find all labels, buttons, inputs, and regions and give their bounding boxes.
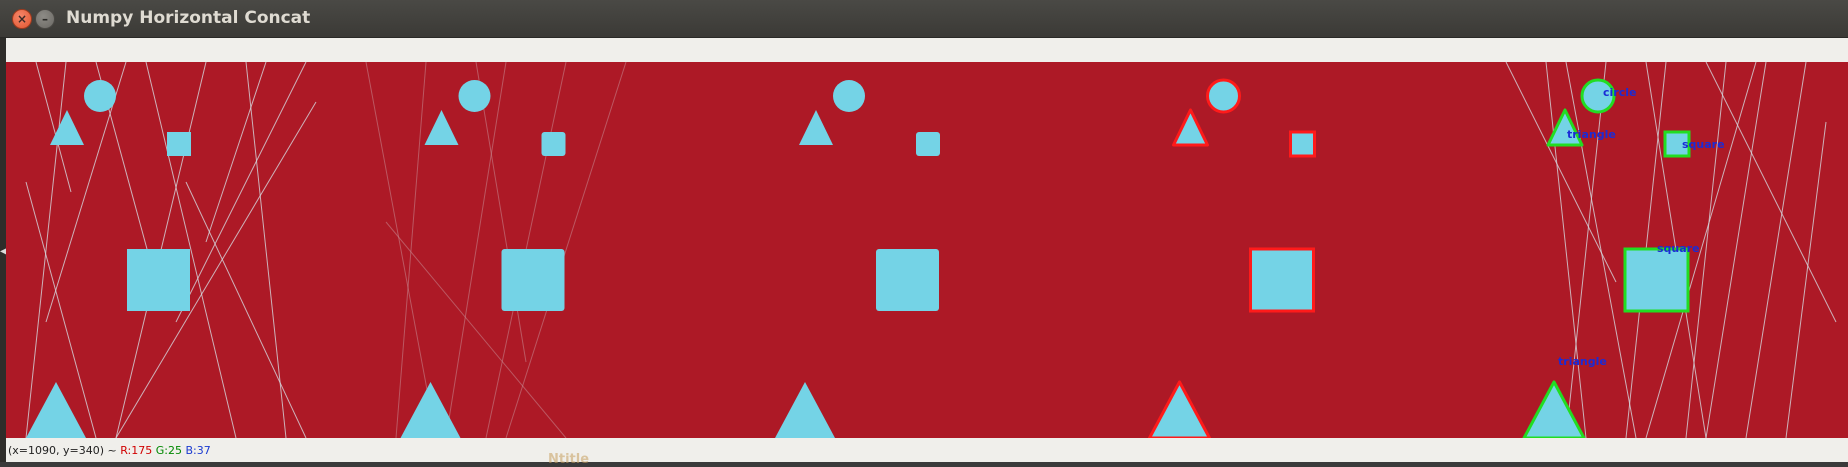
window-title: Numpy Horizontal Concat bbox=[66, 8, 311, 28]
circle-shape bbox=[833, 80, 865, 112]
small-square-shape bbox=[916, 132, 940, 156]
triangle-small-label: triangle bbox=[1567, 128, 1616, 141]
status-bar: (x=1090, y=340) ~ R:175 G:25 B:37 bbox=[6, 438, 1848, 462]
status-readout: (x=1090, y=340) ~ R:175 G:25 B:37 bbox=[8, 444, 211, 457]
large-square-shape bbox=[876, 249, 939, 311]
status-green: G:25 bbox=[155, 444, 182, 457]
circle-shape bbox=[84, 80, 116, 112]
circle-shape bbox=[458, 80, 491, 112]
title-bar[interactable]: × – Numpy Horizontal Concat bbox=[0, 0, 1848, 38]
small-square-shape bbox=[1289, 130, 1316, 158]
status-coords: (x=1090, y=340) ~ bbox=[8, 444, 117, 457]
status-red: R:175 bbox=[120, 444, 153, 457]
circle-shape bbox=[1206, 78, 1241, 114]
concat-image[interactable]: circle triangle square square triangle bbox=[6, 62, 1848, 438]
large-square-shape bbox=[127, 249, 190, 311]
circle-label: circle bbox=[1603, 86, 1636, 99]
large-square-shape bbox=[1249, 247, 1315, 313]
small-square-shape bbox=[167, 132, 191, 156]
image-canvas[interactable]: circle triangle square square triangle bbox=[6, 62, 1848, 438]
background-window-text: Ntitle bbox=[548, 452, 590, 467]
square-small-label: square bbox=[1682, 138, 1725, 151]
large-square-shape bbox=[501, 249, 565, 311]
square-large-label: square bbox=[1657, 242, 1700, 255]
minimize-icon[interactable]: – bbox=[35, 9, 55, 29]
toolbar-strip bbox=[6, 38, 1848, 63]
triangle-large-label: triangle bbox=[1558, 355, 1607, 368]
close-icon[interactable]: × bbox=[12, 9, 32, 29]
large-square-shape bbox=[1623, 247, 1690, 313]
status-blue: B:37 bbox=[185, 444, 211, 457]
small-square-shape bbox=[541, 132, 566, 156]
